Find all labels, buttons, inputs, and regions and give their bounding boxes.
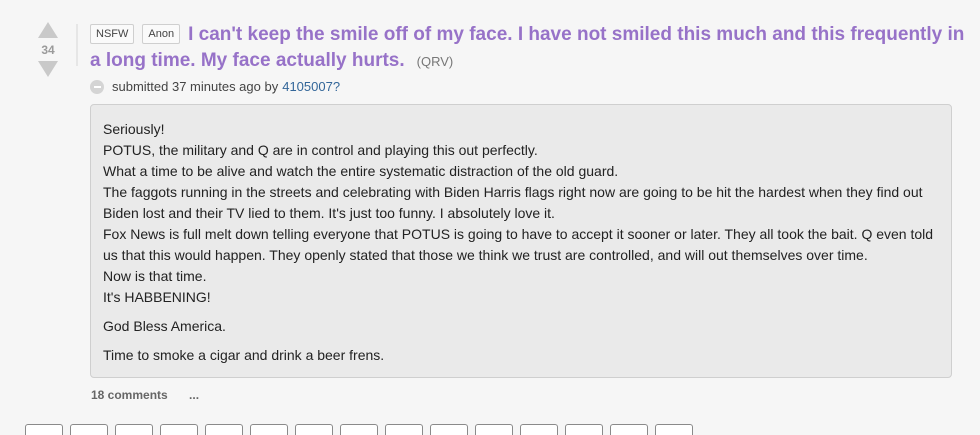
author-link[interactable]: 4105007? (282, 79, 340, 94)
nsfw-tag[interactable]: NSFW (90, 24, 135, 44)
body-line: Fox News is full melt down telling every… (103, 226, 934, 263)
post-meta: submitted 37 minutes ago by 4105007? (90, 79, 970, 94)
body-line: Seriously! (103, 121, 165, 137)
body-closing: Time to smoke a cigar and drink a beer f… (103, 347, 385, 363)
thread-rule (76, 24, 78, 66)
anon-tag[interactable]: Anon (142, 24, 181, 44)
body-line: What a time to be alive and watch the en… (103, 163, 619, 179)
upvote-arrow-icon[interactable] (38, 22, 58, 38)
post-body: Seriously! POTUS, the military and Q are… (90, 104, 952, 378)
post-title[interactable]: I can't keep the smile off of my face. I… (90, 24, 964, 71)
post-actions: 18 comments ... (91, 388, 199, 402)
body-line: The faggots running in the streets and c… (103, 184, 923, 221)
score: 34 (41, 43, 55, 57)
downvote-arrow-icon[interactable] (38, 61, 58, 77)
body-line: POTUS, the military and Q are in control… (103, 142, 538, 158)
title-line: NSFW Anon I can't keep the smile off of my… (90, 22, 970, 75)
comments-link[interactable]: 18 comments (91, 388, 168, 402)
more-actions[interactable]: ... (189, 388, 199, 402)
post-domain[interactable]: (QRV) (417, 54, 454, 69)
collapse-icon[interactable] (90, 79, 104, 94)
submitted-text: submitted 37 minutes ago by (112, 79, 279, 94)
post-header: NSFW Anon I can't keep the smile off of my… (90, 22, 970, 94)
body-closing: God Bless America. (103, 318, 226, 334)
body-line: Now is that time. (103, 268, 207, 284)
body-line: It's HABBENING! (103, 289, 211, 305)
vote-column: 34 (36, 22, 60, 77)
